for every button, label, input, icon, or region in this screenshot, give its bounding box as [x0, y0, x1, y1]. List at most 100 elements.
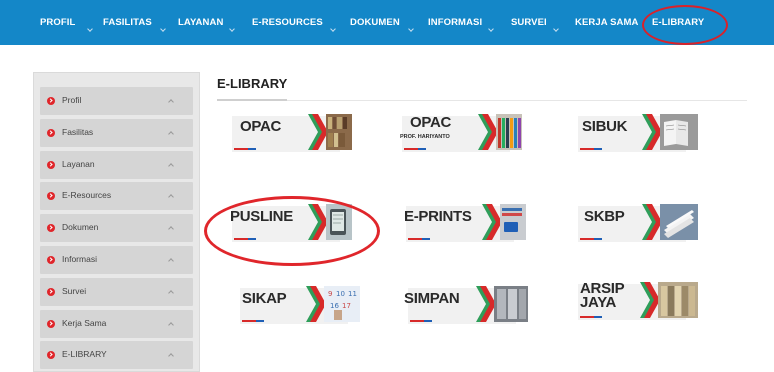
accent-bar	[422, 238, 430, 240]
accent-bar	[410, 320, 424, 322]
accent-bar	[580, 316, 594, 318]
chevron-down-icon	[87, 26, 93, 32]
nav-item-label: INFORMASI	[428, 17, 483, 28]
tile-sublabel: PROF. HARIYANTO	[400, 134, 450, 140]
nav-item-label: DOKUMEN	[350, 17, 400, 28]
sidebar-item-e-library[interactable]: E-LIBRARY	[40, 341, 193, 369]
highlight-circle	[642, 5, 728, 45]
svg-text:17: 17	[342, 302, 351, 310]
tile-label: E-PRINTS	[404, 208, 472, 225]
arrow-circle-icon	[47, 224, 55, 232]
tile-skbp[interactable]: SKBP	[568, 200, 698, 244]
sidebar-item-fasilitas[interactable]: Fasilitas	[40, 119, 193, 147]
arrow-circle-icon	[47, 129, 55, 137]
sidebar-item-label: E-Resources	[62, 190, 112, 200]
sidebar-item-profil[interactable]: Profil	[40, 87, 193, 115]
sidebar-item-dokumen[interactable]: Dokumen	[40, 214, 193, 242]
chevron-down-icon	[408, 26, 414, 32]
arrow-circle-icon	[47, 256, 55, 264]
sidebar-item-label: Kerja Sama	[62, 318, 107, 328]
accent-bar	[408, 238, 422, 240]
nav-item-e-resources[interactable]: E-RESOURCES	[252, 0, 336, 45]
sidebar-item-label: Informasi	[62, 254, 97, 264]
accent-bar	[594, 316, 602, 318]
nav-item-label: SURVEI	[511, 17, 547, 28]
accent-bar	[594, 148, 602, 150]
tile-label: SKBP	[584, 208, 625, 225]
nav-item-label: PROFIL	[40, 17, 76, 28]
nav-item-label: E-RESOURCES	[252, 17, 323, 28]
open-book-icon	[642, 114, 698, 150]
chevron-up-icon	[168, 163, 174, 169]
accent-bar	[234, 148, 248, 150]
sidebar: Profil Fasilitas Layanan E-Resources Dok…	[33, 72, 200, 372]
tile-label: SIMPAN	[404, 290, 460, 307]
accent-bar	[580, 238, 594, 240]
sidebar-item-label: Dokumen	[62, 222, 99, 232]
chevron-down-icon	[488, 26, 494, 32]
tile-sikap[interactable]: 9 10 11 16 17 SIKAP	[230, 282, 360, 326]
arrow-circle-icon	[47, 351, 55, 359]
nav-item-layanan[interactable]: LAYANAN	[178, 0, 235, 45]
tile-sublabel: JAYA	[580, 294, 617, 311]
tile-opac-prof-hariyanto[interactable]: OPAC PROF. HARIYANTO	[392, 110, 522, 154]
svg-text:11: 11	[348, 290, 357, 298]
arrow-circle-icon	[47, 320, 55, 328]
chevron-down-icon	[229, 26, 235, 32]
svg-text:9: 9	[328, 290, 332, 298]
chevron-down-icon	[553, 26, 559, 32]
chevron-up-icon	[168, 131, 174, 137]
accent-bar	[248, 148, 256, 150]
chevron-down-icon	[330, 26, 336, 32]
tile-arsip-jaya[interactable]: ARSIP JAYA	[568, 278, 698, 322]
ki-card-icon	[482, 204, 526, 240]
chevron-up-icon	[168, 226, 174, 232]
books-icon	[478, 114, 522, 150]
sidebar-item-e-resources[interactable]: E-Resources	[40, 182, 193, 210]
nav-item-label: LAYANAN	[178, 17, 224, 28]
svg-text:16: 16	[330, 302, 339, 310]
tile-label: OPAC	[410, 114, 452, 131]
arrow-circle-icon	[47, 161, 55, 169]
arrow-circle-icon	[47, 192, 55, 200]
chevron-up-icon	[168, 353, 174, 359]
tile-label: OPAC	[240, 118, 282, 135]
sidebar-item-label: Survei	[62, 286, 87, 296]
nav-item-survei[interactable]: SURVEI	[511, 0, 559, 45]
accent-bar	[404, 148, 418, 150]
nav-item-dokumen[interactable]: DOKUMEN	[350, 0, 414, 45]
archive-folders-icon	[640, 282, 698, 318]
nav-item-label: FASILITAS	[103, 17, 152, 28]
accent-bar	[424, 320, 432, 322]
nav-item-label: KERJA SAMA	[575, 17, 639, 28]
bookshelf-icon	[308, 114, 352, 150]
sidebar-item-survei[interactable]: Survei	[40, 278, 193, 306]
nav-item-profil[interactable]: PROFIL	[40, 0, 93, 45]
papers-icon	[642, 204, 698, 240]
sidebar-item-kerja-sama[interactable]: Kerja Sama	[40, 310, 193, 338]
chevron-down-icon	[160, 26, 166, 32]
title-divider	[217, 100, 747, 101]
tile-e-prints[interactable]: E-PRINTS	[396, 200, 526, 244]
tile-opac[interactable]: OPAC	[222, 110, 352, 154]
accent-bar	[418, 148, 426, 150]
sidebar-item-informasi[interactable]: Informasi	[40, 246, 193, 274]
calendar-icon: 9 10 11 16 17	[306, 286, 360, 322]
svg-text:10: 10	[336, 290, 345, 298]
nav-item-fasilitas[interactable]: FASILITAS	[103, 0, 166, 45]
chevron-up-icon	[168, 258, 174, 264]
accent-bar	[594, 238, 602, 240]
nav-item-informasi[interactable]: INFORMASI	[428, 0, 494, 45]
arrow-circle-icon	[47, 97, 55, 105]
tile-sibuk[interactable]: SIBUK	[568, 110, 698, 154]
server-rack-icon	[476, 286, 528, 322]
chevron-up-icon	[168, 194, 174, 200]
highlight-circle	[204, 196, 380, 266]
title-divider-accent	[217, 99, 287, 101]
nav-item-kerja-sama[interactable]: KERJA SAMA	[575, 0, 638, 45]
sidebar-item-layanan[interactable]: Layanan	[40, 151, 193, 179]
accent-bar	[256, 320, 264, 322]
accent-bar	[580, 148, 594, 150]
tile-simpan[interactable]: SIMPAN	[398, 282, 528, 326]
page-title: E-LIBRARY	[217, 76, 288, 91]
